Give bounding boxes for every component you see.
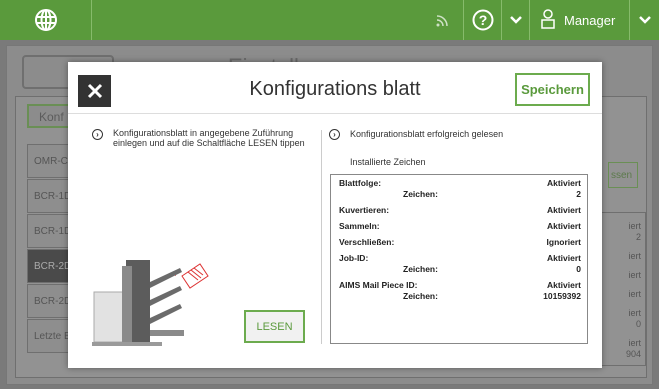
row-key: AIMS Mail Piece ID: xyxy=(339,280,418,290)
row-value: Aktiviert xyxy=(546,221,581,231)
user-name: Manager xyxy=(564,12,616,28)
row-key: Verschließen: xyxy=(339,237,395,247)
chevron-down-icon[interactable] xyxy=(501,0,529,40)
instruction-text: Konfigurationsblatt in angegebene Zuführ… xyxy=(113,128,305,148)
background-value: iert xyxy=(628,308,641,318)
read-button[interactable]: LESEN xyxy=(244,310,305,343)
row-key: Sammeln: xyxy=(339,221,380,231)
row-key: Zeichen: xyxy=(403,291,438,301)
chevron-down-icon[interactable] xyxy=(629,0,659,40)
background-value: 2 xyxy=(635,232,641,242)
user-menu[interactable]: Manager xyxy=(529,0,629,40)
marks-table: Blattfolge: Aktiviert Zeichen: 2 Kuvertier… xyxy=(330,174,588,344)
arrow-right-icon: › xyxy=(329,129,340,140)
svg-text:?: ? xyxy=(478,12,487,28)
background-values: iert 2 iert iert iert iert 0 iert 904 xyxy=(600,212,646,366)
row-key: Blattfolge: xyxy=(339,178,382,188)
background-value: iert xyxy=(628,221,641,231)
row-value: 0 xyxy=(576,264,581,274)
user-icon xyxy=(540,8,556,32)
arrow-right-icon: › xyxy=(92,129,103,140)
folder-inserter-illustration xyxy=(92,260,209,346)
row-key: Job-ID: xyxy=(339,253,369,263)
row-value: Aktiviert xyxy=(546,253,581,263)
wifi-icon xyxy=(423,0,463,40)
status-message: › Konfigurationsblatt erfolgreich gelese… xyxy=(329,128,503,140)
table-row: Sammeln: Aktiviert xyxy=(339,221,581,232)
top-bar: ? Manager xyxy=(0,0,659,40)
row-value: 10159392 xyxy=(543,291,581,301)
dialog-header: Konfigurations blatt Speichern xyxy=(68,62,602,114)
row-value: Aktiviert xyxy=(546,178,581,188)
background-value: 904 xyxy=(625,349,641,359)
table-row: Verschließen: Ignoriert xyxy=(339,237,581,248)
background-value: iert xyxy=(628,270,641,280)
row-key: Kuvertieren: xyxy=(339,205,390,215)
background-value: iert xyxy=(628,338,641,348)
row-value: Aktiviert xyxy=(546,205,581,215)
table-row: Zeichen: 10159392 xyxy=(339,291,581,302)
background-value: 0 xyxy=(635,319,641,329)
row-value: Ignoriert xyxy=(546,237,581,247)
globe-icon[interactable] xyxy=(0,0,92,40)
divider xyxy=(321,130,322,344)
table-row: Blattfolge: Aktiviert xyxy=(339,178,581,189)
instruction: › Konfigurationsblatt in angegebene Zufü… xyxy=(92,128,307,148)
status-text: Konfigurationsblatt erfolgreich gelesen xyxy=(350,129,504,139)
table-row: AIMS Mail Piece ID: Aktiviert xyxy=(339,280,581,291)
background-button[interactable]: ssen xyxy=(608,162,638,188)
table-row: Job-ID: Aktiviert xyxy=(339,253,581,264)
row-key: Zeichen: xyxy=(403,264,438,274)
config-sheet-dialog: Konfigurations blatt Speichern › Konfigu… xyxy=(68,62,602,368)
background-value: iert xyxy=(628,289,641,299)
table-row: Zeichen: 0 xyxy=(339,264,581,275)
background-value: iert xyxy=(628,251,641,261)
row-value: Aktiviert xyxy=(546,280,581,290)
help-icon[interactable]: ? xyxy=(463,0,501,40)
row-value: 2 xyxy=(576,189,581,199)
row-key: Zeichen: xyxy=(403,189,438,199)
installed-label: Installierte Zeichen xyxy=(350,157,426,167)
table-row: Zeichen: 2 xyxy=(339,189,581,200)
table-row: Kuvertieren: Aktiviert xyxy=(339,205,581,216)
save-button[interactable]: Speichern xyxy=(515,73,590,106)
